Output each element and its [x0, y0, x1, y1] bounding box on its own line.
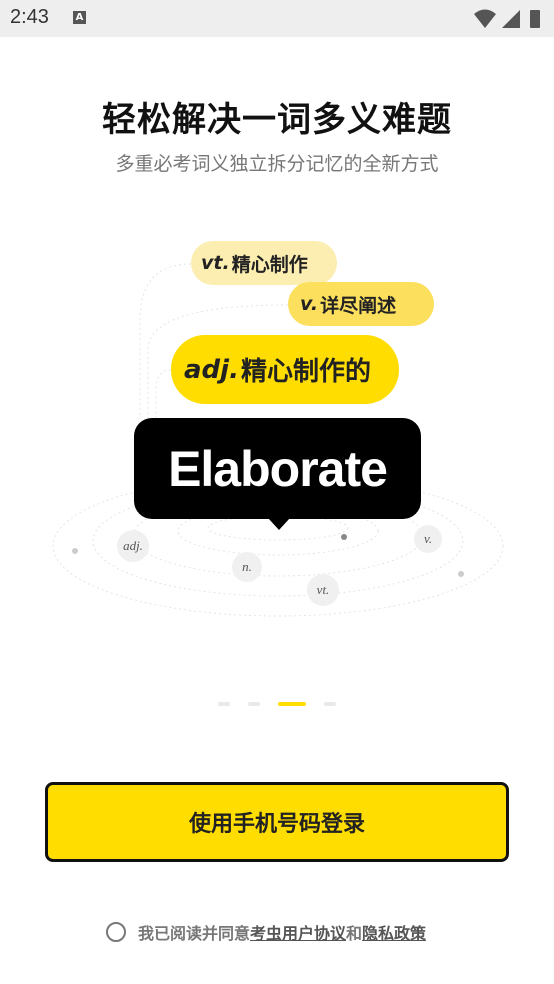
meaning-pos: vt. [201, 252, 230, 274]
wifi-icon [474, 9, 496, 28]
battery-icon [530, 10, 540, 28]
page-dot[interactable] [248, 702, 260, 706]
orbit-label-vt: vt. [307, 574, 339, 606]
meaning-text: 详尽阐述 [320, 294, 397, 317]
agreement-prefix: 我已阅读并同意 [138, 924, 251, 943]
user-agreement-link[interactable]: 考虫用户协议 [250, 920, 346, 944]
notification-icon: A [73, 11, 86, 24]
orbit-label-adj: adj. [117, 530, 149, 562]
meaning-pos: adj. [184, 354, 239, 385]
orbit-dot [72, 548, 78, 554]
agreement-and: 和 [346, 924, 363, 943]
privacy-policy-link[interactable]: 隐私政策 [362, 920, 426, 944]
meaning-chip-vt: vt. 精心制作 [191, 241, 337, 285]
status-time: 2:43 [10, 6, 49, 28]
agreement-radio[interactable] [106, 922, 126, 942]
meaning-chip-adj: adj. 精心制作的 [171, 335, 399, 404]
meaning-text: 精心制作的 [240, 357, 371, 387]
orbit-dot [458, 571, 464, 577]
cell-signal-icon [502, 10, 520, 28]
phone-login-button[interactable]: 使用手机号码登录 [45, 782, 509, 862]
page-dot-active[interactable] [278, 702, 306, 706]
status-bar: 2:43 A [0, 0, 554, 37]
word-card: Elaborate [134, 418, 421, 519]
status-icons [474, 9, 540, 28]
page-title: 轻松解决一词多义难题 [102, 100, 452, 140]
page-dot[interactable] [324, 702, 336, 706]
page-indicator [0, 702, 554, 708]
meaning-text: 精心制作 [231, 253, 308, 276]
orbit-label-n: n. [232, 552, 262, 582]
orbit-dot [341, 534, 347, 540]
page-subtitle: 多重必考词义独立拆分记忆的全新方式 [115, 153, 439, 175]
meaning-chip-v: v. 详尽阐述 [288, 282, 434, 326]
word-card-pointer [268, 518, 290, 530]
word-illustration: vt. 精心制作 v. 详尽阐述 adj. 精心制作的 Elaborate ad… [0, 230, 554, 630]
agreement-row: 我已阅读并同意 考虫用户协议 和 隐私政策 [106, 919, 426, 945]
orbit-label-v: v. [414, 525, 442, 553]
meaning-pos: v. [300, 293, 319, 315]
page-dot[interactable] [218, 702, 230, 706]
